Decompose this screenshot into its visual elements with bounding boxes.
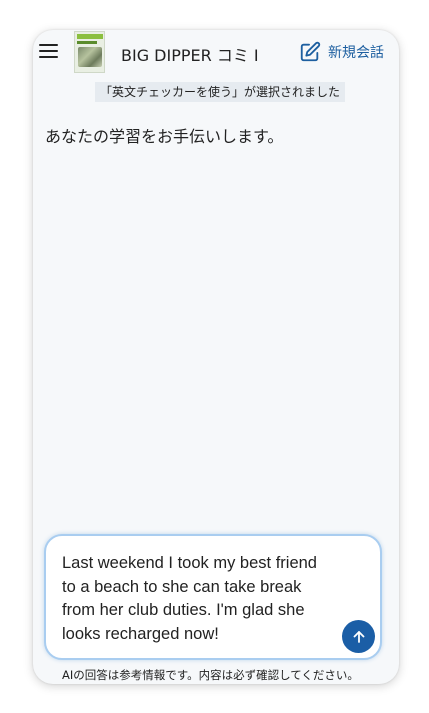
- assistant-greeting-message: あなたの学習をお手伝いします。: [45, 127, 284, 146]
- book-cover-subtitle-band: [77, 41, 97, 44]
- new-chat-button[interactable]: 新規会話: [299, 39, 384, 65]
- hamburger-menu-icon[interactable]: [39, 42, 59, 60]
- mode-selected-notice: 「英文チェッカーを使う」が選択されました: [95, 82, 346, 102]
- app-title: BIG DIPPER コミ I: [121, 46, 259, 65]
- textbook-cover-thumbnail: [74, 31, 105, 73]
- arrow-up-icon: [353, 630, 364, 643]
- app-header: BIG DIPPER コミ I 新規会話: [33, 30, 399, 76]
- message-input[interactable]: Last weekend I took my best friend to a …: [62, 552, 332, 646]
- message-input-container[interactable]: Last weekend I took my best friend to a …: [44, 534, 382, 660]
- send-button[interactable]: [342, 620, 375, 653]
- ai-disclaimer: AIの回答は参考情報です。内容は必ず確認してください。: [62, 668, 359, 682]
- book-cover-illustration: [78, 47, 102, 67]
- chat-app-window: BIG DIPPER コミ I 新規会話 「英文チェッカーを使う」が選択されまし…: [33, 30, 399, 684]
- edit-pencil-icon: [300, 41, 321, 62]
- book-cover-title: [77, 34, 103, 39]
- new-chat-label: 新規会話: [328, 45, 384, 61]
